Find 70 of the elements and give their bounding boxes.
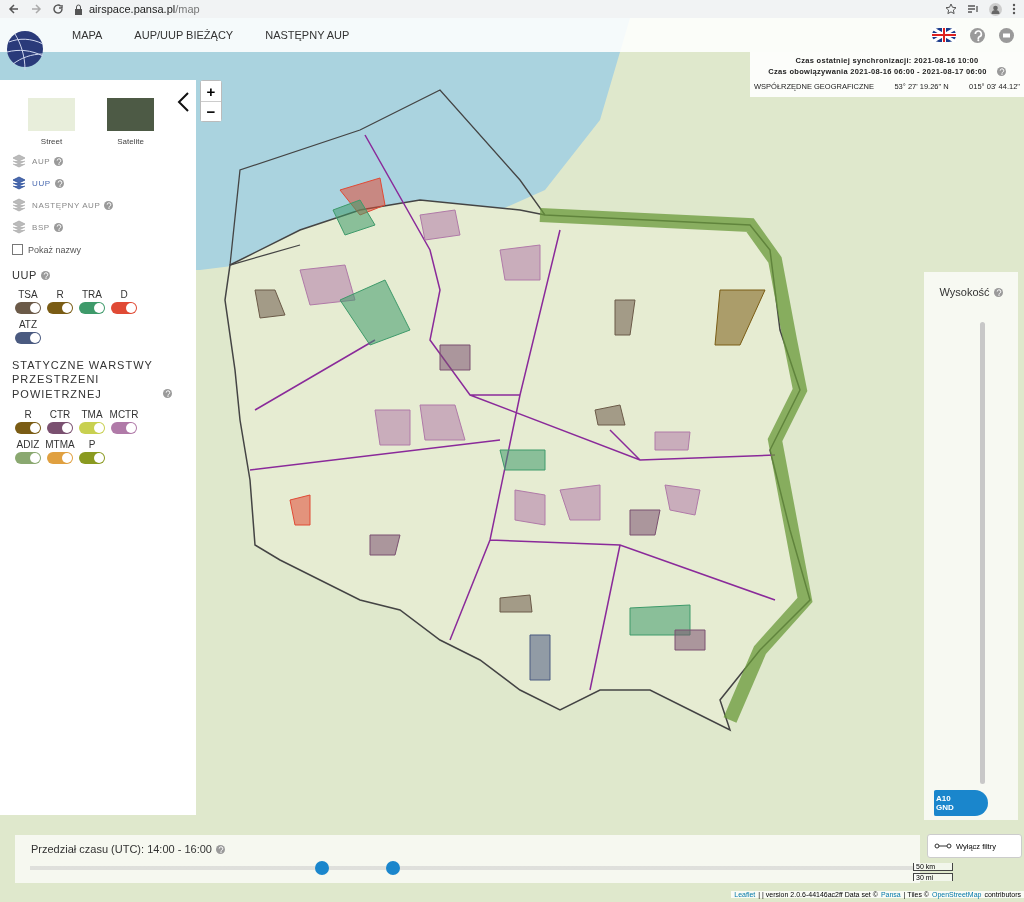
toggle-label: ADIZ xyxy=(16,438,40,450)
toggle-label: TSA xyxy=(18,289,38,300)
checkbox-label: Pokaż nazwy xyxy=(28,244,82,255)
basemap-label: Street xyxy=(40,137,63,146)
toggle-label: TRA xyxy=(82,289,102,300)
checkbox[interactable] xyxy=(12,244,23,255)
profile-icon[interactable] xyxy=(989,2,1002,16)
time-range-label: Przedział czasu (UTC): 14:00 - 16:00 xyxy=(31,843,212,855)
help-icon[interactable] xyxy=(993,287,1003,297)
layers-icon[interactable] xyxy=(12,176,26,190)
toggle-label: ATZ xyxy=(18,319,38,330)
help-icon[interactable] xyxy=(53,222,63,232)
help-icon[interactable] xyxy=(215,844,225,854)
toggle-switch[interactable] xyxy=(15,302,41,314)
satellite-map-thumbnail[interactable] xyxy=(107,98,154,131)
address-bar[interactable]: airspace.pansa.pl/map xyxy=(89,3,200,15)
toggle-switch[interactable] xyxy=(15,421,41,434)
toggle-switch[interactable] xyxy=(15,332,41,344)
back-icon[interactable] xyxy=(8,3,20,15)
help-icon[interactable] xyxy=(40,270,50,280)
help-icon[interactable] xyxy=(970,27,985,43)
help-icon[interactable] xyxy=(54,178,64,188)
toggle-label: R xyxy=(56,289,64,300)
forward-icon[interactable] xyxy=(30,3,42,15)
section-title: STATYCZNE WARSTWY PRZESTRZENI POWIETRZNEJ xyxy=(12,358,154,401)
section-title: UUP xyxy=(12,269,37,281)
slider-icon xyxy=(934,843,952,849)
chat-icon[interactable] xyxy=(999,27,1014,43)
toggle-label: P xyxy=(88,438,96,450)
toggle-label: MTMA xyxy=(45,438,75,450)
toggle-switch[interactable] xyxy=(47,451,73,464)
slider-thumb[interactable] xyxy=(385,861,400,875)
toggle-label: MCTR xyxy=(109,408,139,420)
toggle-switch[interactable] xyxy=(111,421,137,434)
more-icon[interactable] xyxy=(1012,3,1016,15)
help-icon[interactable] xyxy=(163,388,172,398)
toggle-switch[interactable] xyxy=(79,302,105,314)
help-icon[interactable] xyxy=(104,200,114,210)
toggle-label: CTR xyxy=(49,408,71,420)
lock-icon xyxy=(74,3,83,15)
layer-option[interactable]: AUP xyxy=(32,156,51,166)
street-map-thumbnail[interactable] xyxy=(28,98,75,131)
toggle-switch[interactable] xyxy=(79,421,105,434)
zoom-out-button[interactable]: − xyxy=(201,101,221,121)
altitude-title: Wysokość xyxy=(939,286,990,298)
altitude-slider-handle[interactable]: A10 GND xyxy=(934,790,988,816)
nav-link[interactable]: NASTĘPNY AUP xyxy=(265,29,350,41)
toggle-switch[interactable] xyxy=(111,302,137,314)
toggle-label: R xyxy=(24,408,32,420)
altitude-slider-track[interactable] xyxy=(980,322,985,784)
help-icon[interactable] xyxy=(996,67,1006,76)
star-icon[interactable] xyxy=(945,3,957,15)
reload-icon[interactable] xyxy=(52,3,64,15)
toggle-switch[interactable] xyxy=(15,451,41,464)
playlist-icon[interactable] xyxy=(967,3,979,15)
nav-link[interactable]: AUP/UUP BIEŻĄCY xyxy=(134,29,234,41)
toggle-switch[interactable] xyxy=(79,451,105,464)
layer-option[interactable]: NASTĘPNY AUP xyxy=(32,200,101,210)
basemap-label: Satelite xyxy=(117,137,144,146)
flag-icon[interactable] xyxy=(932,28,956,42)
layer-option[interactable]: UUP xyxy=(32,178,51,188)
slider-thumb[interactable] xyxy=(315,861,330,875)
layer-option[interactable]: BSP xyxy=(32,222,50,232)
toggle-switch[interactable] xyxy=(47,302,73,314)
toggle-label: D xyxy=(120,289,128,300)
help-icon[interactable] xyxy=(54,156,64,166)
chevron-left-icon[interactable] xyxy=(177,92,189,112)
nav-link[interactable]: MAPA xyxy=(72,29,103,41)
toggle-label: TMA xyxy=(81,408,103,420)
toggle-switch[interactable] xyxy=(47,421,73,434)
